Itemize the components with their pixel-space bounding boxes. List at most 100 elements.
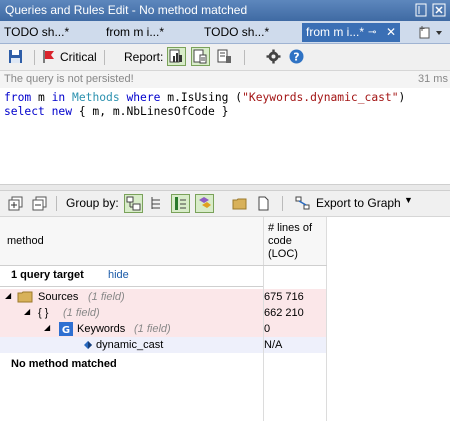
query-time: 31 ms	[418, 73, 448, 85]
chevron-down-icon: ▼	[404, 195, 413, 205]
tab-label: from m i...*	[106, 25, 165, 39]
query-target-row: 1 query target hide	[0, 268, 327, 284]
keyword-where: where	[119, 91, 161, 104]
window-title: Queries and Rules Edit - No method match…	[5, 3, 248, 17]
status-message: The query is not persisted!	[4, 73, 134, 85]
export-to-graph-button[interactable]: Export to Graph ▼	[294, 194, 418, 213]
tab-query-4[interactable]: from m i...* ⊸ ✕	[302, 23, 400, 42]
row-field-count: (1 field)	[88, 291, 125, 303]
report-table-icon[interactable]	[167, 47, 186, 66]
type-methods: Methods	[72, 91, 120, 104]
report-detail-icon[interactable]	[215, 47, 234, 66]
row-loc-value: 675 716	[264, 291, 304, 303]
column-header-loc[interactable]: # lines of code (LOC)	[264, 217, 327, 265]
results-toolbar: Group by: Export to Graph ▼	[0, 191, 450, 217]
column-header-label: method	[7, 235, 44, 247]
title-bar: Queries and Rules Edit - No method match…	[0, 0, 450, 21]
group-by-type-icon[interactable]	[171, 194, 190, 213]
help-icon[interactable]: ?	[287, 47, 306, 66]
code-line-1: from m in Methods where m.IsUsing ("Keyw…	[4, 91, 405, 104]
no-method-matched-label: No method matched	[11, 358, 117, 370]
keyword-in: in	[51, 91, 66, 104]
svg-text:G: G	[62, 325, 70, 336]
save-icon[interactable]	[6, 47, 25, 66]
toolbar-separator	[104, 50, 105, 65]
row-divider	[0, 286, 264, 287]
folder-icon	[17, 291, 33, 303]
tab-query-3[interactable]: TODO sh...*	[204, 23, 298, 42]
toolbar-separator	[56, 196, 57, 211]
keyword-select: select	[4, 105, 45, 118]
row-name: Sources	[38, 291, 79, 303]
expand-triangle-icon[interactable]: ◢	[44, 323, 50, 332]
file-icon[interactable]	[254, 194, 273, 213]
editor-toolbar: Critical Report: ?	[0, 44, 450, 71]
folder-icon[interactable]	[230, 194, 249, 213]
svg-text:?: ?	[293, 51, 299, 64]
code-text: { m, m.NbLinesOfCode }	[72, 105, 229, 118]
tab-bar: TODO sh...* from m i...* TODO sh...* fro…	[0, 21, 450, 44]
column-header-label: # lines of	[268, 222, 313, 234]
toolbar-separator	[34, 50, 35, 65]
hide-link[interactable]: hide	[108, 269, 129, 281]
table-row[interactable]: dynamic_cast N/A	[0, 337, 327, 353]
column-divider	[263, 266, 264, 421]
row-loc-value: 0	[264, 323, 271, 335]
graph-icon	[295, 196, 310, 210]
row-name: { }	[38, 307, 49, 319]
code-text: m	[31, 91, 52, 104]
header-divider	[0, 265, 327, 266]
tab-pin-icon[interactable]: ⊸	[368, 23, 376, 42]
critical-label[interactable]: Critical	[60, 50, 97, 64]
table-row[interactable]: ◢ { } (1 field) 662 210	[0, 305, 327, 321]
tab-label: from m i...*	[306, 25, 365, 39]
class-icon: G	[59, 322, 73, 336]
report-label: Report:	[124, 50, 164, 64]
row-name: Keywords	[77, 323, 126, 335]
toolbar-separator	[282, 196, 283, 211]
tab-query-1[interactable]: TODO sh...*	[4, 23, 100, 42]
code-text: )	[398, 91, 406, 104]
column-divider	[326, 266, 327, 421]
group-by-assembly-icon[interactable]	[124, 194, 143, 213]
panel-splitter[interactable]	[0, 184, 450, 191]
keyword-from: from	[4, 91, 32, 104]
method-icon	[84, 341, 92, 349]
group-by-label: Group by:	[66, 196, 119, 210]
report-list-icon[interactable]	[191, 47, 210, 66]
export-label: Export to Graph	[316, 196, 401, 210]
group-by-namespace-icon[interactable]	[147, 194, 166, 213]
code-text: m.IsUsing (	[160, 91, 243, 104]
query-target-label: 1 query target	[11, 269, 84, 281]
row-field-count: (1 field)	[134, 323, 171, 335]
results-grid: method # lines of code (LOC) 1 query tar…	[0, 217, 450, 421]
row-field-count: (1 field)	[63, 307, 100, 319]
status-bar: The query is not persisted! 31 ms	[0, 71, 450, 88]
tab-query-2[interactable]: from m i...*	[106, 23, 192, 42]
toolbar-separator	[244, 50, 245, 65]
tab-close-icon[interactable]: ✕	[386, 23, 396, 42]
table-row[interactable]: ◢ G Keywords (1 field) 0	[0, 321, 327, 337]
pin-icon[interactable]	[413, 2, 429, 18]
gear-icon[interactable]	[264, 47, 283, 66]
query-editor[interactable]: from m in Methods where m.IsUsing ("Keyw…	[0, 88, 450, 184]
column-header-method[interactable]: method	[0, 217, 264, 265]
column-header-label: code	[268, 235, 292, 247]
new-tab-dropdown-icon[interactable]	[418, 24, 446, 40]
group-by-method-icon[interactable]	[195, 194, 214, 213]
close-icon[interactable]	[431, 2, 447, 18]
column-header-label: (LOC)	[268, 248, 298, 260]
tab-label: TODO sh...*	[204, 25, 270, 39]
expand-triangle-icon[interactable]: ◢	[5, 291, 11, 300]
row-loc-value: N/A	[264, 339, 283, 351]
row-name: dynamic_cast	[96, 339, 164, 351]
critical-rule-icon[interactable]	[39, 47, 58, 66]
keyword-new: new	[44, 105, 73, 118]
code-line-2: select new { m, m.NbLinesOfCode }	[4, 105, 228, 118]
expand-triangle-icon[interactable]: ◢	[24, 307, 30, 316]
expand-all-icon[interactable]	[6, 194, 25, 213]
tab-label: TODO sh...*	[4, 25, 70, 39]
table-row[interactable]: ◢ Sources (1 field) 675 716	[0, 289, 327, 305]
row-loc-value: 662 210	[264, 307, 304, 319]
collapse-all-icon[interactable]	[30, 194, 49, 213]
